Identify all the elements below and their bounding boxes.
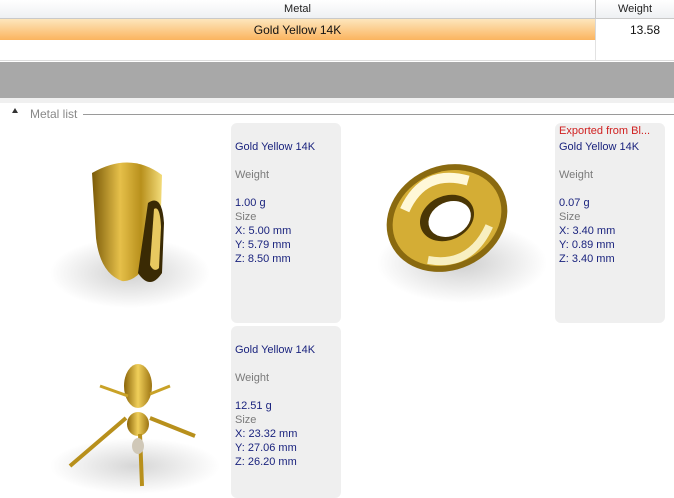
item-size-label: Size xyxy=(235,414,257,426)
cell-weight[interactable]: 13.58 xyxy=(596,19,674,40)
item-size-y: Y: 5.79 mm xyxy=(235,239,291,251)
item-export-note: Exported from Bl... xyxy=(559,125,651,137)
grid-empty-area xyxy=(0,62,674,98)
grid-row-empty[interactable] xyxy=(0,40,674,61)
torus-thumbnail[interactable] xyxy=(352,123,552,323)
group-label: Metal list xyxy=(30,107,78,121)
item-weight-value: 0.07 g xyxy=(559,197,590,209)
collapse-triangle-icon[interactable] xyxy=(12,108,18,113)
item-size-label: Size xyxy=(235,211,257,223)
cell-weight-empty[interactable] xyxy=(596,40,674,60)
item-size-y: Y: 27.06 mm xyxy=(235,442,297,454)
item-weight-label: Weight xyxy=(235,372,270,384)
item-weight-label: Weight xyxy=(559,169,594,181)
ring-thumbnail[interactable] xyxy=(30,123,228,323)
cell-metal[interactable]: Gold Yellow 14K xyxy=(0,19,596,40)
item-metal-name: Gold Yellow 14K xyxy=(559,141,640,153)
item-size-z: Z: 3.40 mm xyxy=(559,253,615,265)
item-weight-value: 12.51 g xyxy=(235,400,272,412)
item-weight-value: 1.00 g xyxy=(235,197,266,209)
item-metal-name: Gold Yellow 14K xyxy=(235,344,316,356)
item-size-x: X: 5.00 mm xyxy=(235,225,292,237)
item-size-z: Z: 8.50 mm xyxy=(235,253,291,265)
item-size-z: Z: 26.20 mm xyxy=(235,456,297,468)
item-info-card[interactable]: Gold Yellow 14K Weight 1.00 g Size X: 5.… xyxy=(231,123,341,323)
item-info-card[interactable]: Exported from Bl... Gold Yellow 14K Weig… xyxy=(555,123,665,323)
item-size-label: Size xyxy=(559,211,581,223)
item-metal-name: Gold Yellow 14K xyxy=(235,141,316,153)
metal-grid: Metal Weight Gold Yellow 14K 13.58 xyxy=(0,0,674,62)
item-size-y: Y: 0.89 mm xyxy=(559,239,615,251)
item-size-x: X: 3.40 mm xyxy=(559,225,616,237)
bee-thumbnail[interactable] xyxy=(30,326,228,498)
item-size-x: X: 23.32 mm xyxy=(235,428,298,440)
item-weight-label: Weight xyxy=(235,169,270,181)
cell-metal-empty[interactable] xyxy=(0,40,596,60)
column-header-metal[interactable]: Metal xyxy=(0,0,596,19)
column-header-weight[interactable]: Weight xyxy=(596,0,674,19)
group-divider xyxy=(83,114,674,115)
item-info-card[interactable]: Gold Yellow 14K Weight 12.51 g Size X: 2… xyxy=(231,326,341,498)
grid-row-selected[interactable]: Gold Yellow 14K 13.58 xyxy=(0,19,674,40)
